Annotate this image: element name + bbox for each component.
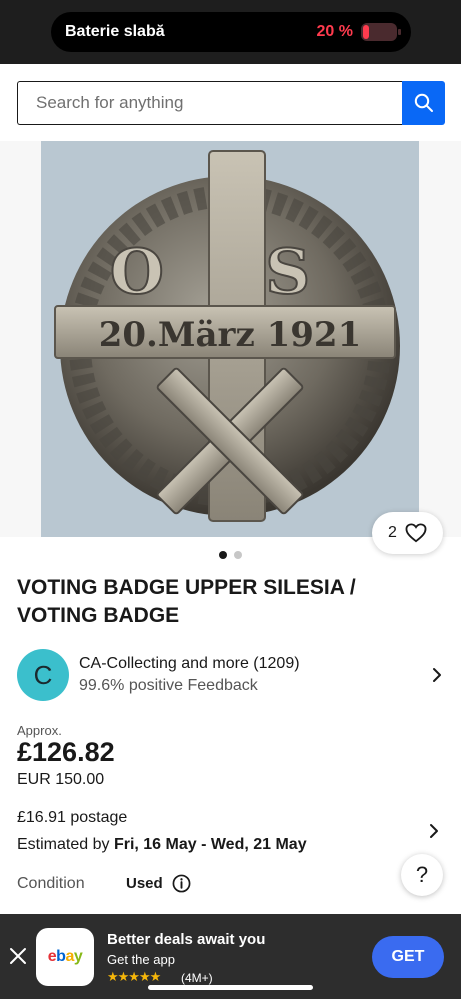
battery-icon [361,23,401,41]
battery-fill [363,25,369,39]
battery-percent: 20 % [316,23,353,40]
delivery-estimate-dates: Fri, 16 May - Wed, 21 May [113,836,307,853]
condition-value: Used [126,875,163,892]
product-image[interactable]: 20.März 1921 O S [41,141,419,537]
badge-date-text: 20.März 1921 [99,315,362,355]
delivery-estimate-prefix: Estimated by [17,836,110,853]
pager-dot-1[interactable] [219,551,227,559]
seller-card[interactable]: C CA-Collecting and more (1209) 99.6% po… [17,649,445,701]
image-pager [0,551,461,559]
image-gallery[interactable]: 20.März 1921 O S 2 [0,141,461,554]
ebay-app-logo: ebay [36,928,94,986]
info-icon[interactable] [172,874,191,893]
banner-subtitle: Get the app [107,952,175,967]
badge-illustration: 20.März 1921 O S [41,141,419,537]
banner-title: Better deals await you [107,931,266,948]
rating-stars-icon: ★★★★★ [107,969,161,984]
search-button[interactable] [402,81,445,125]
condition-label: Condition [17,875,85,892]
watch-count: 2 [388,524,397,541]
home-indicator[interactable] [148,985,313,990]
search-icon [414,93,433,112]
seller-avatar: C [17,649,69,701]
price-gbp: £126.82 [17,737,115,767]
price-approx-label: Approx. [17,723,62,738]
ebay-logo-text: ebay [47,948,83,965]
seller-feedback: 99.6% positive Feedback [79,677,258,694]
pager-dot-2[interactable] [234,551,242,559]
postage-chevron-right-icon[interactable] [426,823,442,839]
delivery-estimate: Estimated by Fri, 16 May - Wed, 21 May [17,836,307,854]
close-icon[interactable] [8,946,28,966]
status-bar: Baterie slabă 20 % [0,0,461,64]
badge-letters-text: O S [110,235,350,308]
low-battery-alert: Baterie slabă 20 % [51,12,411,52]
get-app-button[interactable]: GET [372,936,444,978]
search-bar [17,81,445,125]
seller-name: CA-Collecting and more (1209) [79,655,300,672]
battery-label: Baterie slabă [65,23,165,40]
search-input[interactable] [17,81,402,125]
heart-icon [405,523,427,543]
listing-page: Baterie slabă 20 % Search for anything 2… [0,0,461,999]
listing-title: VOTING BADGE UPPER SILESIA / VOTING BADG… [17,576,356,627]
watch-button[interactable]: 2 [372,512,443,554]
seller-info: CA-Collecting and more (1209) 99.6% posi… [79,653,429,697]
help-button[interactable]: ? [401,854,443,896]
chevron-right-icon [433,668,441,682]
rating-count: (4M+) [181,971,213,985]
postage-cost: £16.91 postage [17,809,128,826]
price-eur: EUR 150.00 [17,771,105,788]
